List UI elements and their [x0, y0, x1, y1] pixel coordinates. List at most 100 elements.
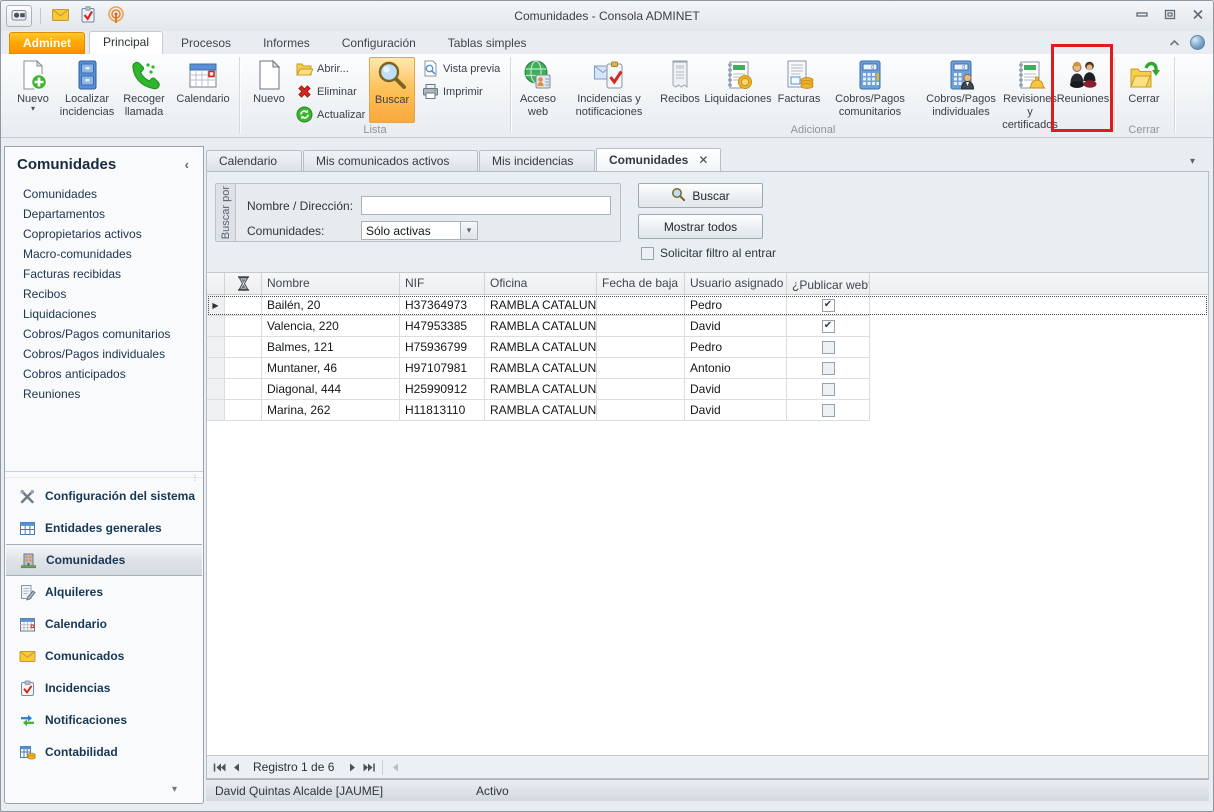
vista-previa-button[interactable]: Vista previa — [419, 58, 507, 79]
publicar-web-checkbox[interactable] — [822, 320, 835, 333]
publicar-web-checkbox[interactable] — [822, 341, 835, 354]
sidebar-item-cobros-anticipados[interactable]: Cobros anticipados — [5, 364, 203, 384]
sidebar-splitter[interactable]: ⋮ — [5, 471, 203, 478]
tab-principal[interactable]: Principal — [89, 31, 163, 54]
actualizar-button[interactable]: Actualizar — [293, 104, 369, 125]
collapse-sidebar-icon[interactable]: ‹ — [181, 157, 193, 172]
sidebar-item-copropietarios[interactable]: Copropietarios activos — [5, 224, 203, 244]
mostrar-todos-button[interactable]: Mostrar todos — [638, 214, 763, 239]
cell-usuario[interactable]: David — [685, 379, 787, 400]
cell-publicar-web[interactable] — [787, 379, 870, 400]
ribbon-incidencias-notificaciones-button[interactable]: Incidencias y notificaciones — [563, 57, 655, 123]
nombre-direccion-input[interactable] — [361, 196, 611, 215]
ribbon-liquidaciones-button[interactable]: Liquidaciones — [703, 57, 773, 123]
nav-incidencias[interactable]: Incidencias — [5, 672, 203, 704]
sidebar-item-recibos[interactable]: Recibos — [5, 284, 203, 304]
cell-oficina[interactable]: RAMBLA CATALUNYA — [485, 316, 597, 337]
cell-nombre[interactable]: Bailén, 20 — [262, 295, 400, 316]
buscar-button[interactable]: Buscar — [638, 183, 763, 208]
minimize-button[interactable] — [1135, 7, 1149, 21]
sidebar-item-facturas-recibidas[interactable]: Facturas recibidas — [5, 264, 203, 284]
mail-quick-button[interactable] — [49, 5, 71, 27]
publicar-web-checkbox[interactable] — [822, 383, 835, 396]
ribbon-cobros-individuales-button[interactable]: 0 Cobros/Pagos individuales — [917, 57, 1005, 123]
cell-nombre[interactable]: Balmes, 121 — [262, 337, 400, 358]
doc-tab-calendario[interactable]: Calendario — [206, 150, 302, 171]
cell-nif[interactable]: H75936799 — [400, 337, 485, 358]
cell-nif[interactable]: H37364973 — [400, 295, 485, 316]
cell-oficina[interactable]: RAMBLA CATALUNYA — [485, 295, 597, 316]
help-orb-icon[interactable] — [1190, 35, 1205, 50]
cell-nif[interactable]: H25990912 — [400, 379, 485, 400]
cell-publicar-web[interactable] — [787, 316, 870, 337]
cell-usuario[interactable]: David — [685, 400, 787, 421]
col-usuario-asignado[interactable]: Usuario asignado — [685, 273, 787, 294]
comunidades-combo[interactable]: Sólo activas ▾ — [361, 221, 478, 240]
row-selector[interactable] — [207, 316, 225, 337]
combo-caret-icon[interactable]: ▾ — [460, 222, 477, 239]
ribbon-nuevo-lista-button[interactable]: Nuevo — [247, 57, 291, 123]
ribbon-recoger-llamada-button[interactable]: Recoger llamada — [117, 57, 171, 123]
cell-publicar-web[interactable] — [787, 295, 870, 316]
cell-oficina[interactable]: RAMBLA CATALUNYA — [485, 358, 597, 379]
next-record-button[interactable] — [344, 759, 361, 776]
cell-nombre[interactable]: Valencia, 220 — [262, 316, 400, 337]
cell-publicar-web[interactable] — [787, 358, 870, 379]
publicar-web-checkbox[interactable] — [822, 299, 835, 312]
solicitar-filtro-checkbox[interactable] — [641, 247, 654, 260]
publicar-web-checkbox[interactable] — [822, 404, 835, 417]
ribbon-recibos-button[interactable]: Recibos — [657, 57, 703, 123]
tab-configuracion[interactable]: Configuración — [328, 32, 430, 54]
tab-list-caret-icon[interactable]: ▾ — [1190, 156, 1195, 167]
table-row[interactable]: Marina, 262 H11813110 RAMBLA CATALUNYA D… — [207, 400, 1208, 421]
cell-usuario[interactable]: Pedro — [685, 337, 787, 358]
publicar-web-checkbox[interactable] — [822, 362, 835, 375]
eliminar-button[interactable]: Eliminar — [293, 81, 369, 102]
doc-tab-mis-comunicados[interactable]: Mis comunicados activos — [303, 150, 478, 171]
col-publicar-web[interactable]: ¿Publicar web? — [787, 273, 870, 294]
cell-fecha-baja[interactable] — [597, 379, 685, 400]
collapse-ribbon-icon[interactable] — [1169, 36, 1180, 50]
tab-adminet[interactable]: Adminet — [9, 32, 85, 54]
table-row[interactable]: Balmes, 121 H75936799 RAMBLA CATALUNYA P… — [207, 337, 1208, 358]
nav-calendario[interactable]: Calendario — [5, 608, 203, 640]
table-row[interactable]: Valencia, 220 H47953385 RAMBLA CATALUNYA… — [207, 316, 1208, 337]
col-nombre[interactable]: Nombre — [262, 273, 400, 294]
row-selector[interactable] — [207, 358, 225, 379]
nav-configuracion-sistema[interactable]: Configuración del sistema — [5, 480, 203, 512]
incidences-quick-button[interactable] — [77, 5, 99, 27]
last-record-button[interactable] — [361, 759, 378, 776]
sidebar-item-cobros-comunitarios[interactable]: Cobros/Pagos comunitarios — [5, 324, 203, 344]
col-nif[interactable]: NIF — [400, 273, 485, 294]
nav-contabilidad[interactable]: Contabilidad — [5, 736, 203, 768]
imprimir-button[interactable]: Imprimir — [419, 81, 507, 102]
broadcast-quick-button[interactable] — [105, 5, 127, 27]
tab-informes[interactable]: Informes — [249, 32, 324, 54]
table-row[interactable]: Diagonal, 444 H25990912 RAMBLA CATALUNYA… — [207, 379, 1208, 400]
sidebar-item-comunidades[interactable]: Comunidades — [5, 184, 203, 204]
restore-button[interactable] — [1163, 7, 1177, 21]
cell-usuario[interactable]: Pedro — [685, 295, 787, 316]
table-row[interactable]: ▶ Bailén, 20 H37364973 RAMBLA CATALUNYA … — [207, 295, 1208, 316]
doc-tab-comunidades[interactable]: Comunidades ✕ — [596, 148, 721, 171]
ribbon-acceso-web-button[interactable]: Acceso web — [515, 57, 561, 123]
close-button[interactable] — [1191, 7, 1205, 21]
sidebar-item-reuniones[interactable]: Reuniones — [5, 384, 203, 404]
cell-fecha-baja[interactable] — [597, 400, 685, 421]
ribbon-facturas-button[interactable]: Facturas — [775, 57, 823, 123]
cell-publicar-web[interactable] — [787, 337, 870, 358]
row-selector[interactable] — [207, 337, 225, 358]
cell-oficina[interactable]: RAMBLA CATALUNYA — [485, 337, 597, 358]
sidebar-overflow-caret-icon[interactable]: ▾ — [172, 784, 177, 795]
cell-usuario[interactable]: David — [685, 316, 787, 337]
sidebar-item-macro-comunidades[interactable]: Macro-comunidades — [5, 244, 203, 264]
ribbon-reuniones-button[interactable]: Reuniones — [1055, 57, 1111, 123]
cell-usuario[interactable]: Antonio — [685, 358, 787, 379]
nav-alquileres[interactable]: Alquileres — [5, 576, 203, 608]
tab-procesos[interactable]: Procesos — [167, 32, 245, 54]
nav-comunicados[interactable]: Comunicados — [5, 640, 203, 672]
cell-nif[interactable]: H97107981 — [400, 358, 485, 379]
cell-publicar-web[interactable] — [787, 400, 870, 421]
cell-nombre[interactable]: Diagonal, 444 — [262, 379, 400, 400]
cell-fecha-baja[interactable] — [597, 295, 685, 316]
